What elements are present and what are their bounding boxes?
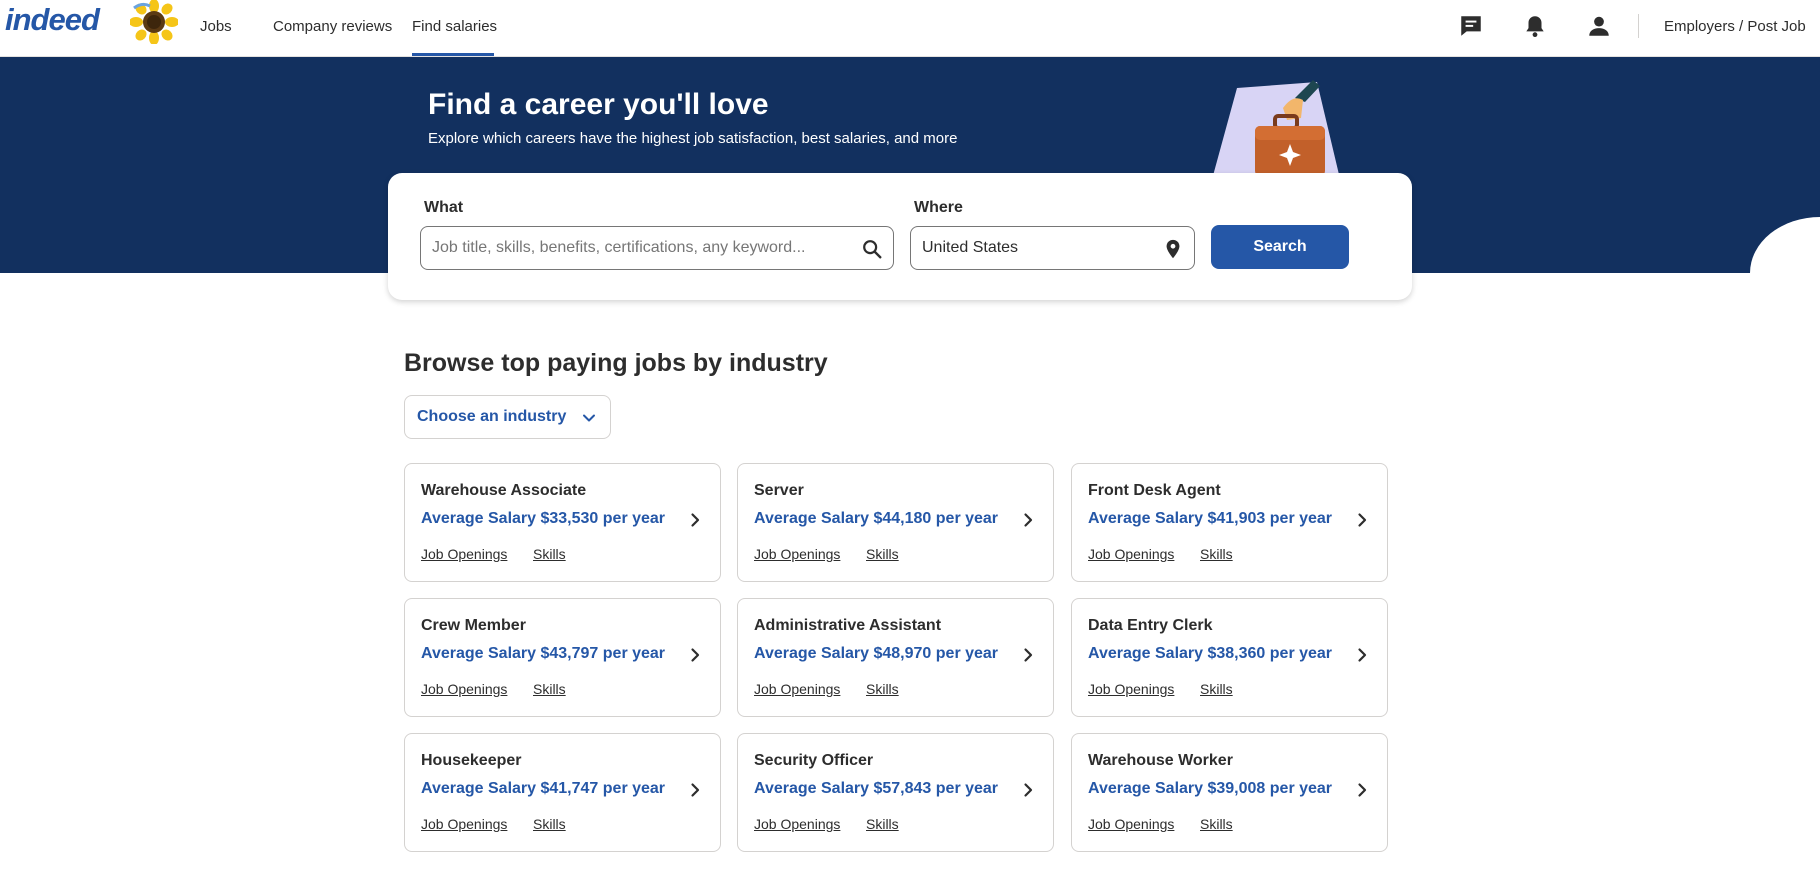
card-job-title: Security Officer <box>754 752 874 769</box>
job-openings-link[interactable]: Job Openings <box>754 681 840 697</box>
job-openings-link[interactable]: Job Openings <box>421 681 507 697</box>
chevron-right-icon[interactable] <box>1020 512 1036 528</box>
location-pin-icon <box>1166 239 1180 259</box>
choose-industry-dropdown[interactable]: Choose an industry <box>404 395 611 439</box>
card-average-salary-link[interactable]: Average Salary $38,360 per year <box>1088 645 1332 663</box>
chevron-right-icon[interactable] <box>1354 782 1370 798</box>
skills-link[interactable]: Skills <box>866 546 899 562</box>
where-label: Where <box>914 199 963 216</box>
indeed-logo[interactable]: indeed <box>5 2 100 38</box>
chevron-right-icon[interactable] <box>687 782 703 798</box>
skills-link[interactable]: Skills <box>866 816 899 832</box>
salary-card: Front Desk Agent Average Salary $41,903 … <box>1071 463 1388 582</box>
search-icon <box>863 240 882 259</box>
salary-card: Administrative Assistant Average Salary … <box>737 598 1054 717</box>
skills-link[interactable]: Skills <box>866 681 899 697</box>
chevron-right-icon[interactable] <box>1020 647 1036 663</box>
hero-curve <box>1750 217 1820 273</box>
chevron-right-icon[interactable] <box>687 512 703 528</box>
card-job-title: Warehouse Worker <box>1088 752 1233 769</box>
briefcase-illustration <box>1211 80 1341 183</box>
messages-icon[interactable] <box>1458 13 1484 39</box>
what-label: What <box>424 199 464 216</box>
card-average-salary-link[interactable]: Average Salary $57,843 per year <box>754 780 998 798</box>
search-button[interactable]: Search <box>1211 225 1349 269</box>
account-icon[interactable] <box>1586 13 1612 39</box>
card-average-salary-link[interactable]: Average Salary $44,180 per year <box>754 510 998 528</box>
chevron-right-icon[interactable] <box>1354 512 1370 528</box>
salary-card: Warehouse Worker Average Salary $39,008 … <box>1071 733 1388 852</box>
card-average-salary-link[interactable]: Average Salary $41,747 per year <box>421 780 665 798</box>
nav-jobs[interactable]: Jobs <box>200 18 232 35</box>
skills-link[interactable]: Skills <box>533 816 566 832</box>
where-input[interactable]: United States <box>910 226 1195 270</box>
nav-company-reviews[interactable]: Company reviews <box>273 18 392 35</box>
card-job-title: Housekeeper <box>421 752 522 769</box>
card-job-title: Front Desk Agent <box>1088 482 1221 499</box>
chevron-right-icon[interactable] <box>1354 647 1370 663</box>
job-openings-link[interactable]: Job Openings <box>754 816 840 832</box>
salary-card: Security Officer Average Salary $57,843 … <box>737 733 1054 852</box>
salary-card: Crew Member Average Salary $43,797 per y… <box>404 598 721 717</box>
nav-find-salaries[interactable]: Find salaries <box>412 18 497 35</box>
browse-title: Browse top paying jobs by industry <box>404 349 828 377</box>
job-openings-link[interactable]: Job Openings <box>421 816 507 832</box>
skills-link[interactable]: Skills <box>533 546 566 562</box>
chevron-right-icon[interactable] <box>687 647 703 663</box>
salary-card: Data Entry Clerk Average Salary $38,360 … <box>1071 598 1388 717</box>
search-card: What Job title, skills, benefits, certif… <box>388 173 1412 300</box>
card-average-salary-link[interactable]: Average Salary $48,970 per year <box>754 645 998 663</box>
chevron-down-icon <box>583 414 595 422</box>
header-divider <box>1638 14 1639 38</box>
skills-link[interactable]: Skills <box>1200 816 1233 832</box>
card-average-salary-link[interactable]: Average Salary $43,797 per year <box>421 645 665 663</box>
top-header: indeed Jobs Company reviews Find salarie… <box>0 0 1820 57</box>
card-job-title: Data Entry Clerk <box>1088 617 1213 634</box>
card-job-title: Administrative Assistant <box>754 617 942 634</box>
job-openings-link[interactable]: Job Openings <box>754 546 840 562</box>
what-placeholder: Job title, skills, benefits, certificati… <box>432 239 806 256</box>
job-openings-link[interactable]: Job Openings <box>1088 816 1174 832</box>
card-job-title: Server <box>754 482 804 499</box>
job-openings-link[interactable]: Job Openings <box>421 546 507 562</box>
employers-post-job-link[interactable]: Employers / Post Job <box>1664 18 1806 35</box>
card-average-salary-link[interactable]: Average Salary $39,008 per year <box>1088 780 1332 798</box>
active-nav-underline <box>412 53 494 56</box>
hero-title: Find a career you'll love <box>428 88 769 121</box>
card-average-salary-link[interactable]: Average Salary $33,530 per year <box>421 510 665 528</box>
salary-card: Server Average Salary $44,180 per year J… <box>737 463 1054 582</box>
skills-link[interactable]: Skills <box>1200 681 1233 697</box>
job-openings-link[interactable]: Job Openings <box>1088 681 1174 697</box>
what-input[interactable]: Job title, skills, benefits, certificati… <box>420 226 894 270</box>
hero-subtitle: Explore which careers have the highest j… <box>428 130 958 147</box>
card-average-salary-link[interactable]: Average Salary $41,903 per year <box>1088 510 1332 528</box>
chevron-right-icon[interactable] <box>1020 782 1036 798</box>
salary-card: Housekeeper Average Salary $41,747 per y… <box>404 733 721 852</box>
card-job-title: Crew Member <box>421 617 526 634</box>
skills-link[interactable]: Skills <box>533 681 566 697</box>
sunflower-icon <box>130 0 178 44</box>
choose-industry-label: Choose an industry <box>417 408 567 425</box>
skills-link[interactable]: Skills <box>1200 546 1233 562</box>
salary-card: Warehouse Associate Average Salary $33,5… <box>404 463 721 582</box>
where-value: United States <box>922 239 1019 256</box>
card-job-title: Warehouse Associate <box>421 482 587 499</box>
job-openings-link[interactable]: Job Openings <box>1088 546 1174 562</box>
notifications-icon[interactable] <box>1522 13 1548 39</box>
